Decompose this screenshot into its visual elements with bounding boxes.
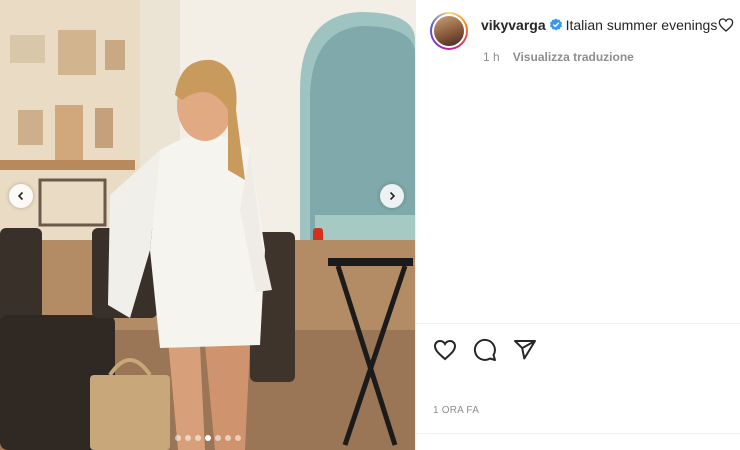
chevron-right-icon bbox=[389, 191, 396, 201]
like-button[interactable] bbox=[433, 338, 457, 362]
carousel-dot bbox=[184, 435, 191, 441]
carousel-next-button[interactable] bbox=[380, 184, 404, 208]
carousel-dot bbox=[194, 435, 201, 441]
post-timestamp: 1 ORA FA bbox=[433, 405, 480, 416]
carousel-dot bbox=[234, 435, 241, 441]
chevron-left-icon bbox=[17, 191, 24, 201]
comment-button[interactable] bbox=[473, 338, 497, 362]
caption-meta: 1 h Visualizza traduzione bbox=[483, 50, 634, 64]
carousel-dot bbox=[224, 435, 231, 441]
carousel-dot bbox=[174, 435, 181, 441]
avatar[interactable] bbox=[430, 12, 468, 50]
photo-illustration bbox=[0, 0, 415, 450]
post-sidebar: vikyvarga Italian summer evenings 1 h Vis… bbox=[415, 0, 740, 450]
caption: vikyvarga Italian summer evenings bbox=[481, 16, 717, 34]
speech-bubble-icon bbox=[473, 338, 496, 361]
verified-badge-icon bbox=[549, 18, 562, 31]
caption-text: Italian summer evenings bbox=[565, 17, 718, 33]
action-bar bbox=[433, 338, 537, 362]
carousel-dots bbox=[0, 435, 415, 441]
heart-outline-icon bbox=[718, 18, 734, 32]
paper-plane-icon bbox=[514, 340, 536, 360]
caption-row: vikyvarga Italian summer evenings bbox=[430, 12, 740, 50]
divider bbox=[416, 433, 740, 434]
username-link[interactable]: vikyvarga bbox=[481, 17, 546, 33]
translate-button[interactable]: Visualizza traduzione bbox=[513, 50, 634, 64]
time-ago: 1 h bbox=[483, 50, 500, 64]
caption-like-button[interactable] bbox=[718, 17, 734, 38]
heart-outline-icon bbox=[433, 339, 457, 361]
carousel-dot bbox=[204, 435, 211, 441]
post-photo[interactable] bbox=[0, 0, 415, 450]
carousel-prev-button[interactable] bbox=[9, 184, 33, 208]
carousel-dot bbox=[214, 435, 221, 441]
share-button[interactable] bbox=[513, 338, 537, 362]
divider bbox=[416, 323, 740, 324]
avatar-image bbox=[432, 14, 466, 48]
